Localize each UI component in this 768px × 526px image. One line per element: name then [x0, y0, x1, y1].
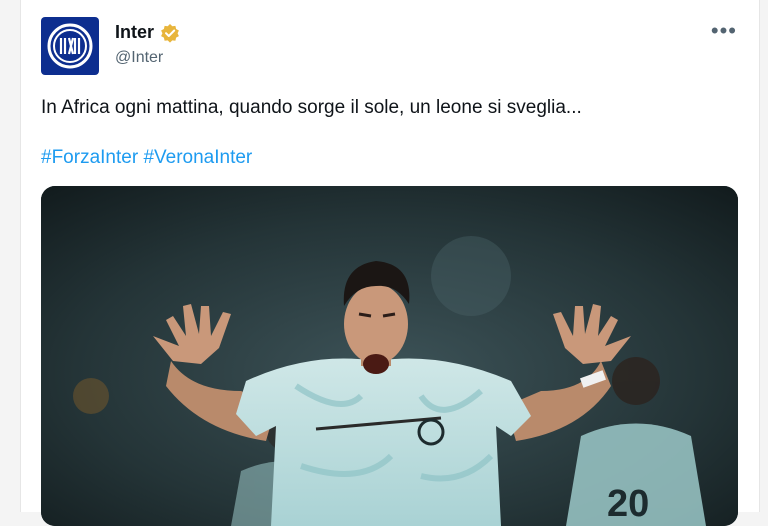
- author-name[interactable]: Inter: [115, 22, 154, 43]
- hashtag-veronainter[interactable]: #VeronaInter: [143, 147, 252, 168]
- jersey-number: 20: [607, 483, 649, 525]
- inter-logo-icon: [47, 23, 93, 69]
- tweet-text: In Africa ogni mattina, quando sorge il …: [41, 97, 582, 118]
- tweet-photo[interactable]: 20: [41, 186, 738, 526]
- author-handle[interactable]: @Inter: [115, 49, 163, 67]
- celebration-photo: 20: [41, 186, 738, 526]
- hashtag-forzainter[interactable]: #ForzaInter: [41, 147, 138, 168]
- tweet-card: Inter @Inter ••• In Africa ogni mattina,…: [20, 0, 760, 526]
- more-options-icon[interactable]: •••: [711, 20, 737, 42]
- hashtags: #ForzaInter #VeronaInter: [41, 147, 252, 169]
- avatar[interactable]: [41, 17, 99, 75]
- verified-badge-icon: [161, 23, 179, 43]
